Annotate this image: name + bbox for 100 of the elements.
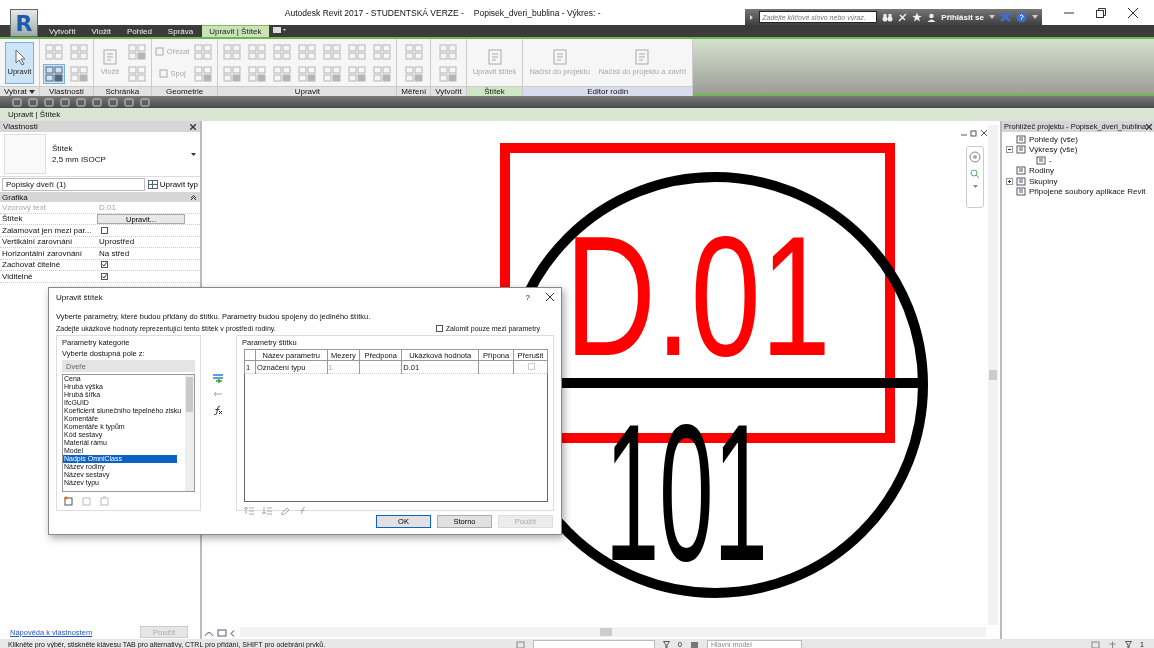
square-icon — [154, 47, 164, 56]
properties-icon — [147, 180, 158, 189]
property-name: Štítek — [1, 214, 24, 224]
grid-icon — [348, 65, 367, 82]
property-value[interactable]: Uprostřed — [97, 237, 187, 247]
square-icon — [158, 69, 168, 78]
app-logo[interactable]: R — [10, 9, 38, 37]
scrollbar[interactable] — [184, 375, 194, 491]
grid-icon — [373, 43, 392, 60]
type-preview — [4, 134, 46, 174]
grid-icon — [404, 65, 423, 82]
grid-icon — [69, 43, 88, 60]
help-icon[interactable] — [1016, 11, 1027, 23]
type-name: Štítek — [52, 144, 74, 153]
remove-arrow-icon[interactable] — [213, 391, 224, 397]
panel-label: Upravit — [218, 86, 397, 96]
tree-item[interactable]: Pohledy (vše) — [1029, 134, 1078, 144]
close-icon[interactable] — [980, 129, 988, 137]
folder-icon — [1016, 176, 1026, 186]
checkbox[interactable] — [101, 272, 108, 280]
tree-item[interactable]: Skupiny — [1029, 176, 1058, 186]
tree-item[interactable]: Rodiny — [1029, 166, 1054, 176]
binoculars-icon[interactable] — [882, 12, 894, 22]
restore-icon[interactable] — [1096, 7, 1106, 18]
caret-icon[interactable] — [191, 152, 196, 156]
grid-icon — [373, 65, 392, 82]
grid-icon — [273, 43, 292, 60]
type-detail: 2,5 mm ISOCP — [52, 155, 107, 164]
ribbon-tab[interactable]: Pohled — [119, 25, 159, 37]
folder-icon — [1016, 134, 1026, 144]
edit-parameter-icon[interactable] — [82, 496, 92, 506]
grid-icon — [248, 43, 267, 60]
grid-icon — [404, 43, 423, 60]
property-name: Zachovat čitelné — [1, 260, 62, 270]
zoom-icon[interactable] — [970, 169, 980, 179]
instance-selector[interactable]: Popisky dveří (1) — [2, 178, 145, 191]
grid-icon — [194, 65, 213, 82]
grid-icon — [127, 43, 146, 60]
star-icon[interactable] — [912, 12, 923, 22]
grid-icon — [439, 43, 458, 60]
tree-item[interactable]: Připojené soubory aplikace Revit — [1029, 187, 1146, 197]
collapse-toggle-icon[interactable] — [1006, 146, 1013, 154]
edit-type-button[interactable]: Upravit typ — [147, 180, 198, 189]
property-name: Viditelné — [1, 271, 34, 281]
table-cell[interactable] — [359, 360, 402, 374]
close-icon[interactable] — [546, 293, 554, 301]
table-cell[interactable] — [478, 360, 514, 374]
property-name: Horizontální zarovnání — [1, 248, 84, 258]
tree-item[interactable]: Výkresy (vše) — [1029, 145, 1078, 155]
expand-toggle-icon[interactable] — [1006, 177, 1013, 185]
edit-icon[interactable] — [280, 506, 290, 515]
folder-icon — [1036, 155, 1046, 165]
ribbon-tab[interactable]: Správa — [160, 25, 201, 37]
close-icon[interactable] — [1128, 7, 1138, 18]
steering-wheel-icon[interactable] — [969, 151, 981, 163]
property-name: Vertikální zarovnání — [1, 237, 74, 247]
grid-icon — [248, 65, 267, 82]
checkbox[interactable] — [101, 261, 108, 269]
scroll-left-icon[interactable] — [230, 629, 235, 637]
grid-icon — [223, 65, 242, 82]
help-button[interactable]: ? — [525, 292, 530, 302]
grid-icon — [44, 65, 63, 82]
tool-button[interactable] — [42, 63, 65, 84]
grid-icon — [323, 43, 342, 60]
grid-icon — [439, 65, 458, 82]
checkbox[interactable] — [101, 226, 108, 234]
context-label: Upravit | Štítek — [8, 110, 61, 119]
grid-icon — [323, 65, 342, 82]
property-name: Zalamovat jen mezi par... — [1, 225, 93, 235]
property-value[interactable]: Na střed — [97, 248, 187, 258]
grid-icon — [273, 65, 292, 82]
close-icon[interactable] — [1146, 123, 1153, 130]
move-up-icon[interactable] — [244, 506, 254, 515]
formula-icon[interactable] — [213, 405, 224, 415]
ribbon-tab[interactable]: Vložit — [84, 25, 118, 37]
ribbon-tab[interactable]: Upravit | Štítek — [202, 25, 269, 37]
ribbon-tab[interactable]: Vytvořit — [42, 25, 83, 37]
checkbox[interactable] — [435, 325, 443, 332]
add-parameter-icon[interactable] — [212, 373, 225, 383]
workset-field[interactable] — [533, 639, 655, 648]
camera-icon[interactable] — [270, 25, 287, 35]
collapse-icon[interactable] — [191, 194, 196, 200]
grid-icon — [298, 65, 317, 82]
property-name: Vzorový text — [1, 202, 47, 212]
filter-icon[interactable] — [1125, 640, 1133, 648]
panel-title: Vlastnosti — [3, 122, 38, 131]
sign-in-button[interactable]: Přihlásit se — [941, 12, 984, 22]
user-icon[interactable] — [927, 12, 937, 22]
tree-item[interactable]: - — [1049, 155, 1052, 165]
caret-icon — [28, 89, 35, 94]
grid-icon — [127, 65, 146, 82]
remove-parameter-icon[interactable] — [100, 496, 110, 506]
new-parameter-icon[interactable] — [64, 496, 74, 506]
expand-arrow-icon[interactable] — [749, 13, 755, 21]
close-icon[interactable] — [190, 123, 196, 130]
grid-icon — [298, 43, 317, 60]
move-down-icon[interactable] — [262, 506, 272, 515]
filter-icon[interactable] — [663, 640, 670, 648]
dialog-title: Upravit štítek — [56, 292, 104, 302]
grid-icon — [69, 65, 88, 82]
